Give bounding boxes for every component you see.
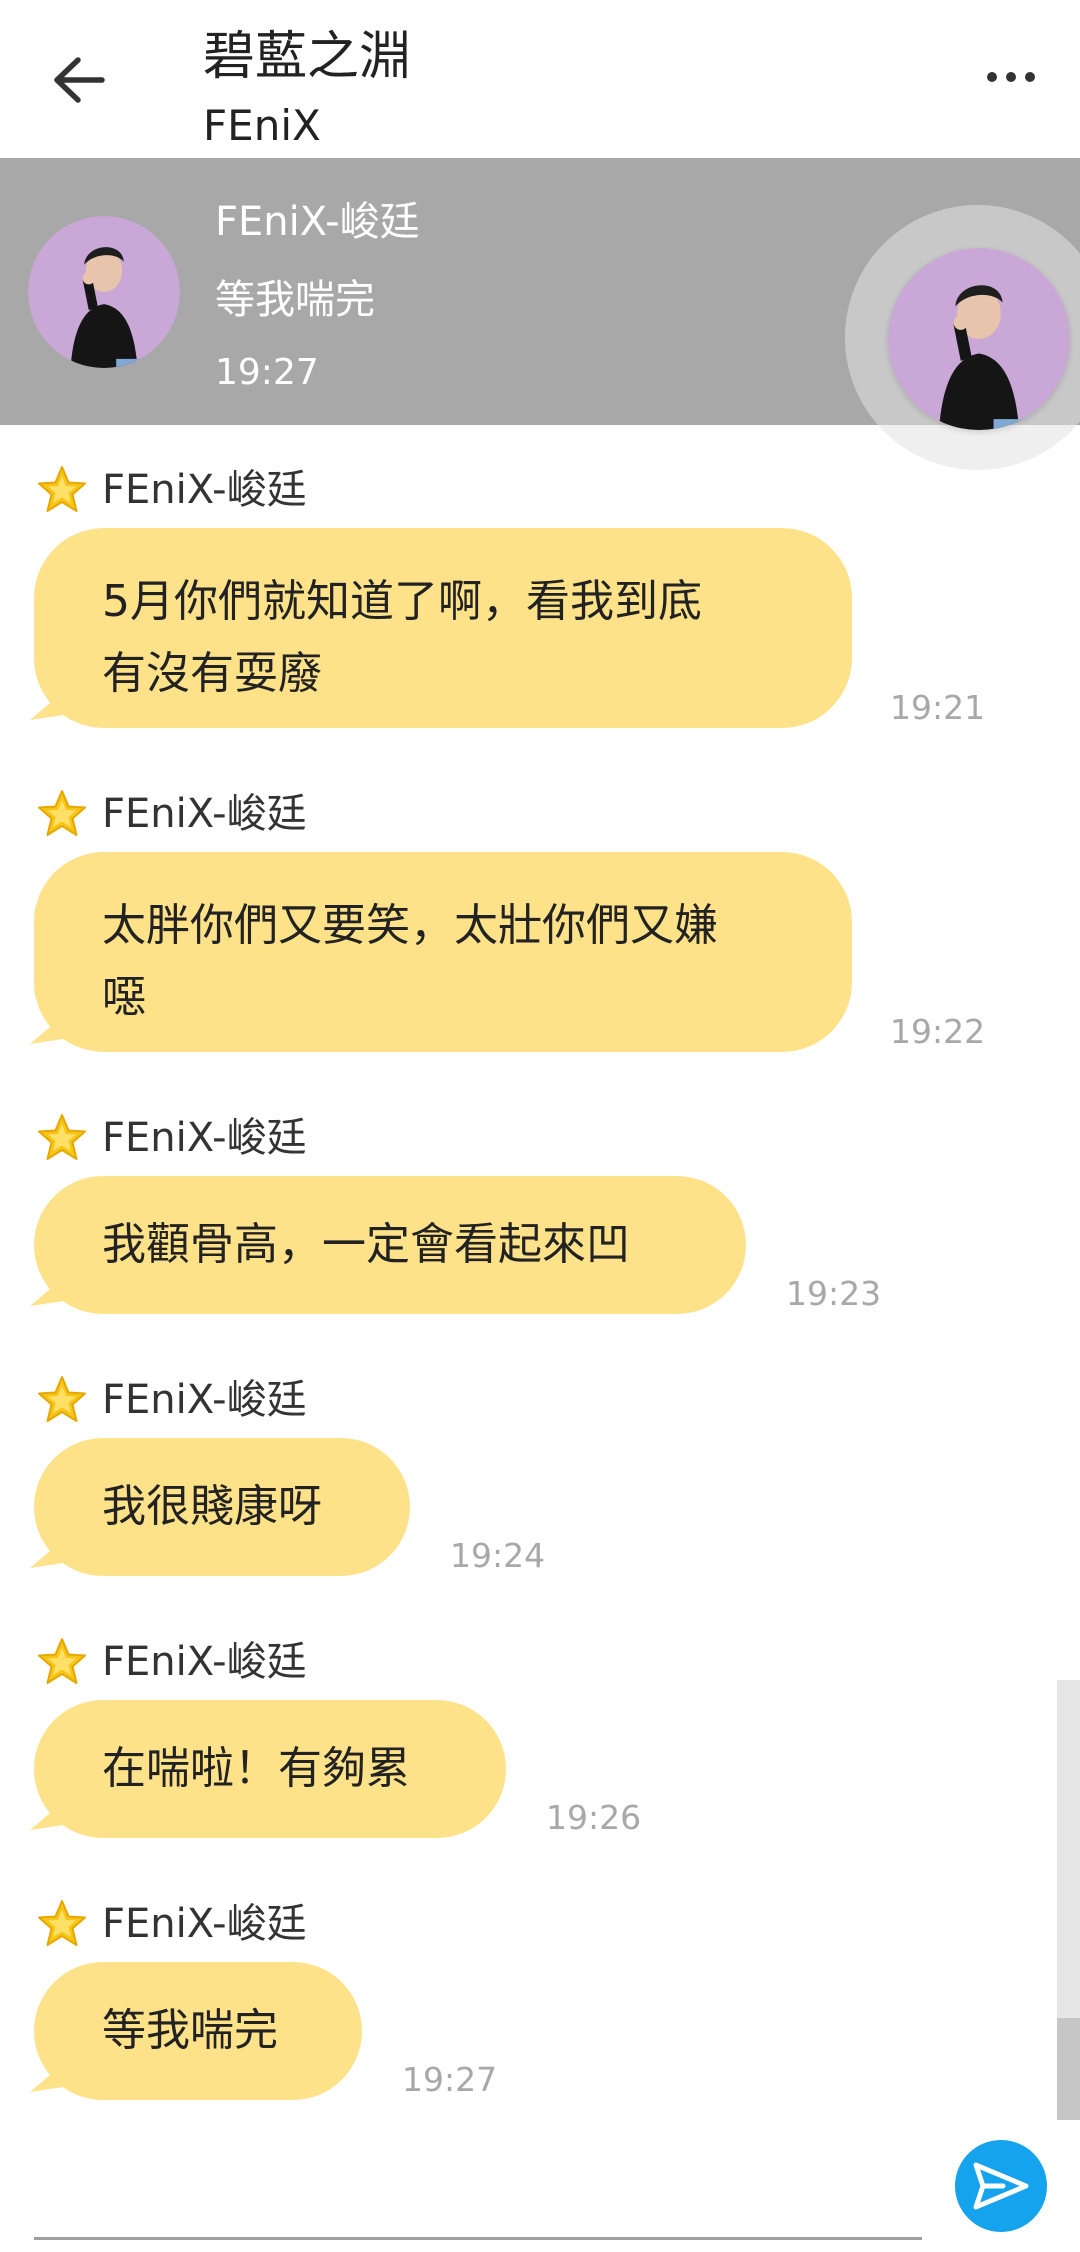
message-bubble[interactable]: 太胖你們又要笑，太壯你們又嫌 噁 bbox=[30, 852, 852, 1052]
sender-name: FEniX-峻廷 bbox=[102, 1377, 307, 1423]
message-bubble[interactable]: 5月你們就知道了啊，看我到底 有沒有耍廢 bbox=[30, 528, 852, 728]
sender-name: FEniX-峻廷 bbox=[102, 467, 307, 513]
message-bubble[interactable]: 在喘啦！有夠累 bbox=[30, 1700, 506, 1838]
message-time: 19:21 bbox=[890, 688, 986, 727]
message-item: FEniX-峻廷 等我喘完 19:27 bbox=[0, 1892, 1080, 2102]
star-badge-icon bbox=[38, 790, 86, 836]
message-item: FEniX-峻廷 5月你們就知道了啊，看我到底 有沒有耍廢 19:21 bbox=[0, 458, 1080, 728]
sender-name: FEniX-峻廷 bbox=[102, 1639, 307, 1685]
message-item: FEniX-峻廷 太胖你們又要笑，太壯你們又嫌 噁 19:22 bbox=[0, 782, 1080, 1052]
message-time: 19:27 bbox=[402, 2060, 498, 2099]
message-item: FEniX-峻廷 我很賤康呀 19:24 bbox=[0, 1368, 1080, 1578]
send-button[interactable] bbox=[955, 2140, 1047, 2232]
sender-name: FEniX-峻廷 bbox=[102, 1115, 307, 1161]
message-input[interactable] bbox=[34, 2237, 922, 2240]
message-header: FEniX-峻廷 bbox=[36, 1892, 307, 1956]
more-options-button[interactable] bbox=[976, 52, 1046, 102]
star-badge-icon bbox=[38, 1114, 86, 1160]
avatar-image bbox=[888, 248, 1070, 430]
chat-title: 碧藍之淵 bbox=[203, 27, 412, 87]
message-time: 19:23 bbox=[786, 1274, 882, 1313]
message-item: FEniX-峻廷 我顴骨高，一定會看起來凹 19:23 bbox=[0, 1106, 1080, 1316]
message-line: 太胖你們又要笑，太壯你們又嫌 bbox=[102, 900, 718, 951]
message-time: 19:24 bbox=[450, 1536, 546, 1575]
star-badge-icon bbox=[38, 1900, 86, 1946]
message-line: 我顴骨高，一定會看起來凹 bbox=[102, 1219, 630, 1270]
pinned-message-text: 等我喘完 bbox=[215, 277, 375, 323]
star-badge-icon bbox=[38, 1638, 86, 1684]
pinned-message-time: 19:27 bbox=[215, 352, 319, 393]
message-line: 我很賤康呀 bbox=[102, 1481, 322, 1532]
scrollbar-thumb[interactable] bbox=[1057, 2018, 1080, 2120]
avatar-image bbox=[28, 216, 180, 368]
message-bubble[interactable]: 我很賤康呀 bbox=[30, 1438, 410, 1576]
message-header: FEniX-峻廷 bbox=[36, 1630, 307, 1694]
star-badge-icon bbox=[38, 1376, 86, 1422]
back-button[interactable] bbox=[44, 40, 114, 120]
message-line: 有沒有耍廢 bbox=[102, 648, 322, 699]
message-header: FEniX-峻廷 bbox=[36, 1368, 307, 1432]
message-header: FEniX-峻廷 bbox=[36, 782, 307, 846]
floating-avatar-button[interactable] bbox=[888, 248, 1070, 430]
message-line: 等我喘完 bbox=[102, 2005, 278, 2056]
message-line: 噁 bbox=[102, 972, 146, 1023]
pinned-sender-name: FEniX-峻廷 bbox=[215, 199, 420, 245]
message-bubble[interactable]: 我顴骨高，一定會看起來凹 bbox=[30, 1176, 746, 1314]
message-time: 19:26 bbox=[546, 1798, 642, 1837]
avatar bbox=[28, 216, 180, 368]
star-badge-icon bbox=[38, 466, 86, 512]
sender-name: FEniX-峻廷 bbox=[102, 791, 307, 837]
message-item: FEniX-峻廷 在喘啦！有夠累 19:26 bbox=[0, 1630, 1080, 1840]
chat-header: 碧藍之淵 FEniX bbox=[0, 0, 1080, 158]
sender-name: FEniX-峻廷 bbox=[102, 1901, 307, 1947]
message-header: FEniX-峻廷 bbox=[36, 458, 307, 522]
message-line: 5月你們就知道了啊，看我到底 bbox=[102, 576, 702, 627]
message-header: FEniX-峻廷 bbox=[36, 1106, 307, 1170]
message-bubble[interactable]: 等我喘完 bbox=[30, 1962, 362, 2100]
message-time: 19:22 bbox=[890, 1012, 986, 1051]
more-horizontal-icon bbox=[987, 72, 997, 82]
chat-subtitle: FEniX bbox=[203, 101, 321, 150]
message-line: 在喘啦！有夠累 bbox=[102, 1743, 410, 1794]
send-icon bbox=[973, 2162, 1029, 2210]
arrow-left-icon bbox=[54, 57, 105, 103]
